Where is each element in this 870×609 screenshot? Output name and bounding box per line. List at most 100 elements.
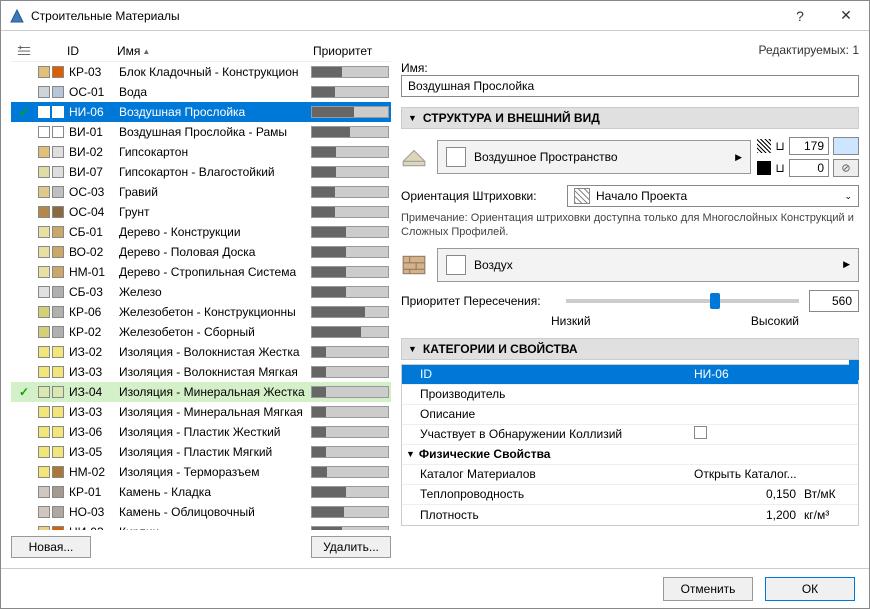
- material-row[interactable]: НО-03Камень - Облицовочный: [11, 502, 391, 522]
- chevron-right-icon: ▶: [735, 152, 742, 163]
- row-priority: [309, 446, 391, 458]
- row-name: Изоляция - Минеральная Жестка: [115, 385, 309, 399]
- row-priority: [309, 166, 391, 178]
- cut-fill-button[interactable]: Воздушное Пространство ▶: [437, 140, 751, 174]
- swatch-2: [52, 466, 64, 478]
- column-header-priority[interactable]: Приоритет: [309, 44, 391, 58]
- priority-slider[interactable]: [566, 299, 799, 303]
- row-priority: [309, 206, 391, 218]
- material-row[interactable]: ОС-04Грунт: [11, 202, 391, 222]
- row-priority: [309, 66, 391, 78]
- material-row[interactable]: СБ-03Железо: [11, 282, 391, 302]
- row-priority: [309, 106, 391, 118]
- row-name: Железобетон - Конструкционны: [115, 305, 309, 319]
- section-structure[interactable]: ▼ СТРУКТУРА И ВНЕШНИЙ ВИД: [401, 107, 859, 129]
- material-row[interactable]: СБ-01Дерево - Конструкции: [11, 222, 391, 242]
- swatch-1: [38, 486, 50, 498]
- material-row[interactable]: ВО-02Дерево - Половая Доска: [11, 242, 391, 262]
- row-name: Дерево - Стропильная Система: [115, 265, 309, 279]
- prop-row-description[interactable]: Описание: [402, 405, 858, 425]
- swatch-2: [52, 366, 64, 378]
- ok-button[interactable]: ОК: [765, 577, 855, 601]
- prop-row-collision[interactable]: Участвует в Обнаружении Коллизий: [402, 425, 858, 445]
- material-row[interactable]: ИЗ-03Изоляция - Волокнистая Мягкая: [11, 362, 391, 382]
- swatch-2: [52, 506, 64, 518]
- material-row[interactable]: ИЗ-05Изоляция - Пластик Мягкий: [11, 442, 391, 462]
- swatch-1: [38, 206, 50, 218]
- surface-button[interactable]: Воздух ▶: [437, 248, 859, 282]
- row-id: ИЗ-02: [65, 345, 115, 359]
- new-button[interactable]: Новая...: [11, 536, 91, 558]
- properties-scrollbar[interactable]: [849, 360, 859, 380]
- row-id: ОС-04: [65, 205, 115, 219]
- row-name: Камень - Кладка: [115, 485, 309, 499]
- swatch-1: [38, 106, 50, 118]
- properties-table[interactable]: ID НИ-06 Производитель Описание Участвуе…: [401, 364, 859, 526]
- swatch-2: [52, 426, 64, 438]
- help-button[interactable]: ?: [777, 1, 823, 31]
- cancel-button[interactable]: Отменить: [663, 577, 753, 601]
- row-id: СБ-01: [65, 225, 115, 239]
- material-row[interactable]: ИЗ-02Изоляция - Волокнистая Жестка: [11, 342, 391, 362]
- swatch-2: [52, 446, 64, 458]
- material-row[interactable]: НМ-01Дерево - Стропильная Система: [11, 262, 391, 282]
- pen-u-icon: ⊔: [775, 139, 785, 153]
- swatch-1: [38, 326, 50, 338]
- prop-row-manufacturer[interactable]: Производитель: [402, 385, 858, 405]
- prop-row-density[interactable]: Плотность 1,200 кг/м³: [402, 505, 858, 525]
- material-row[interactable]: КР-02Железобетон - Сборный: [11, 322, 391, 342]
- row-priority: [309, 406, 391, 418]
- row-id: ВИ-07: [65, 165, 115, 179]
- priority-label: Приоритет Пересечения:: [401, 294, 556, 308]
- material-row[interactable]: ОС-01Вода: [11, 82, 391, 102]
- fill-type-icon: [401, 144, 427, 170]
- fill-bg-pen-input[interactable]: [789, 159, 829, 177]
- hatch-note: Примечание: Ориентация штриховки доступн…: [401, 211, 859, 240]
- material-row[interactable]: ВИ-01Воздушная Прослойка - Рамы: [11, 122, 391, 142]
- material-row[interactable]: ИЗ-06Изоляция - Пластик Жесткий: [11, 422, 391, 442]
- section-categories[interactable]: ▼ КАТЕГОРИИ И СВОЙСТВА: [401, 338, 859, 360]
- surface-icon: [401, 252, 427, 278]
- name-input[interactable]: [401, 75, 859, 97]
- material-row[interactable]: ВИ-02Гипсокартон: [11, 142, 391, 162]
- collision-checkbox[interactable]: [694, 426, 707, 439]
- search-icon[interactable]: [11, 44, 37, 58]
- row-name: Железо: [115, 285, 309, 299]
- swatch-2: [52, 186, 64, 198]
- fill-bg-color-swatch[interactable]: [833, 159, 859, 177]
- row-id: НИ-06: [65, 105, 115, 119]
- swatch-2: [52, 66, 64, 78]
- material-list[interactable]: КР-03Блок Кладочный - КонструкционОС-01В…: [11, 61, 391, 530]
- hatch-pen-icon: [757, 139, 771, 153]
- material-row[interactable]: ✓НИ-06Воздушная Прослойка: [11, 102, 391, 122]
- fill-fg-color-swatch[interactable]: [833, 137, 859, 155]
- row-id: ВИ-01: [65, 125, 115, 139]
- column-header-name[interactable]: Имя▲: [113, 44, 309, 58]
- swatch-2: [52, 86, 64, 98]
- prop-group-physical[interactable]: ▼ Физические Свойства: [402, 445, 858, 465]
- row-name: Дерево - Половая Доска: [115, 245, 309, 259]
- pen-u-icon: ⊔: [775, 161, 785, 175]
- close-button[interactable]: ✕: [823, 1, 869, 31]
- material-row[interactable]: НИ-03Кирпич: [11, 522, 391, 530]
- row-id: ВИ-02: [65, 145, 115, 159]
- prop-row-thermal[interactable]: Теплопроводность 0,150 Вт/мК: [402, 485, 858, 505]
- priority-value-input[interactable]: 560: [809, 290, 859, 312]
- material-row[interactable]: ИЗ-03Изоляция - Минеральная Мягкая: [11, 402, 391, 422]
- prop-row-catalog[interactable]: Каталог Материалов Открыть Каталог...: [402, 465, 858, 485]
- hatch-orientation-dropdown[interactable]: Начало Проекта ⌄: [567, 185, 859, 207]
- prop-row-id[interactable]: ID НИ-06: [402, 365, 858, 385]
- material-row[interactable]: КР-06Железобетон - Конструкционны: [11, 302, 391, 322]
- material-row[interactable]: КР-03Блок Кладочный - Конструкцион: [11, 62, 391, 82]
- material-row[interactable]: ОС-03Гравий: [11, 182, 391, 202]
- material-row[interactable]: ✓ИЗ-04Изоляция - Минеральная Жестка: [11, 382, 391, 402]
- material-row[interactable]: НМ-02Изоляция - Терморазъем: [11, 462, 391, 482]
- swatch-2: [52, 306, 64, 318]
- fill-fg-pen-input[interactable]: [789, 137, 829, 155]
- column-header-id[interactable]: ID: [63, 44, 113, 58]
- swatch-2: [52, 266, 64, 278]
- material-row[interactable]: ВИ-07Гипсокартон - Влагостойкий: [11, 162, 391, 182]
- delete-button[interactable]: Удалить...: [311, 536, 391, 558]
- material-row[interactable]: КР-01Камень - Кладка: [11, 482, 391, 502]
- row-name: Изоляция - Волокнистая Жестка: [115, 345, 309, 359]
